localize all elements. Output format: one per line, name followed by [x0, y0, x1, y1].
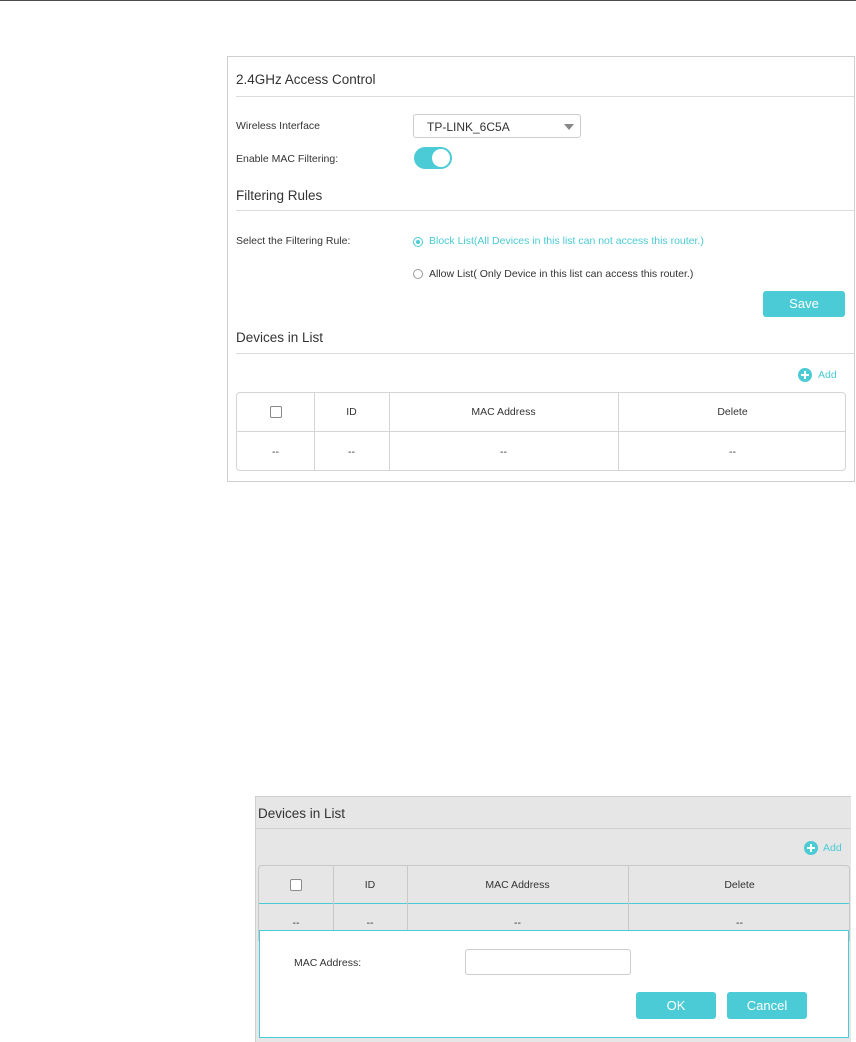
column-header-mac-address: MAC Address	[471, 406, 536, 418]
filtering-rules-title: Filtering Rules	[236, 188, 323, 203]
access-control-title: 2.4GHz Access Control	[236, 72, 376, 87]
section-divider	[236, 96, 854, 97]
add-circle-icon[interactable]	[798, 368, 812, 382]
column-header-id: ID	[364, 878, 376, 891]
wireless-interface-value: TP-LINK_6C5A	[427, 120, 510, 134]
column-divider	[407, 866, 408, 940]
table-cell: --	[348, 446, 355, 458]
block-list-radio[interactable]	[413, 237, 423, 247]
column-divider	[314, 393, 315, 470]
chevron-down-icon	[564, 124, 574, 130]
toggle-knob	[432, 149, 450, 167]
save-button[interactable]: Save	[763, 291, 845, 317]
cancel-button[interactable]: Cancel	[727, 992, 807, 1019]
select-all-cell	[237, 393, 314, 431]
column-header-id: ID	[346, 406, 357, 418]
add-device-link[interactable]: Add	[818, 369, 837, 381]
mac-filtering-label: Enable MAC Filtering:	[236, 153, 339, 165]
column-header-mac-address: MAC Address	[485, 878, 550, 891]
table-header-row: ID MAC Address Delete	[237, 393, 845, 431]
wireless-interface-label: Wireless Interface	[236, 120, 321, 132]
mac-address-input[interactable]	[465, 949, 631, 975]
allow-list-radio[interactable]	[413, 269, 423, 279]
devices-in-list-title: Devices in List	[236, 330, 324, 345]
column-divider	[389, 393, 390, 470]
table-cell: --	[500, 446, 507, 458]
add-device-editor: MAC Address: OK Cancel	[259, 930, 849, 1038]
select-all-cell	[259, 866, 333, 903]
allow-list-option-label[interactable]: Allow List( Only Device in this list can…	[429, 268, 693, 280]
block-list-option-label[interactable]: Block List(All Devices in this list can …	[429, 235, 704, 247]
section-divider	[236, 210, 854, 211]
devices-in-list-title: Devices in List	[258, 806, 346, 821]
table-cell: --	[729, 446, 736, 458]
ok-button[interactable]: OK	[636, 992, 716, 1019]
table-row: -- -- -- --	[237, 432, 845, 470]
add-circle-icon[interactable]	[804, 841, 818, 855]
access-control-panel: 2.4GHz Access Control Wireless Interface…	[227, 56, 855, 482]
table-header-row: ID MAC Address Delete	[259, 866, 849, 903]
column-header-delete: Delete	[717, 406, 748, 418]
column-header-delete: Delete	[724, 878, 755, 891]
filtering-rule-label: Select the Filtering Rule:	[236, 235, 351, 247]
add-device-link[interactable]: Add	[823, 842, 842, 854]
section-divider	[256, 828, 851, 829]
table-cell: --	[272, 446, 279, 458]
mac-address-label: MAC Address:	[294, 957, 362, 969]
top-rule	[0, 0, 856, 1]
select-all-checkbox[interactable]	[269, 406, 282, 418]
wireless-interface-select[interactable]: TP-LINK_6C5A	[413, 114, 581, 138]
column-divider	[628, 866, 629, 940]
select-all-checkbox[interactable]	[290, 878, 302, 891]
column-divider	[333, 866, 334, 940]
mac-filtering-toggle[interactable]	[414, 147, 452, 169]
column-divider	[618, 393, 619, 470]
section-divider	[236, 353, 854, 354]
devices-table: ID MAC Address Delete -- -- -- --	[236, 392, 846, 471]
